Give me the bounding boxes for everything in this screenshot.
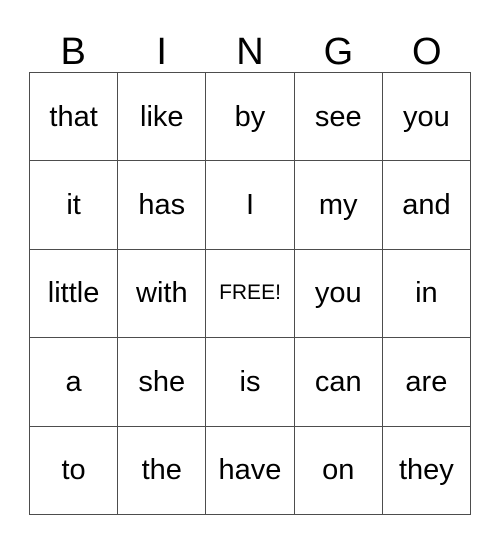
bingo-cell[interactable]: have: [206, 426, 295, 515]
header-letter-g: G: [323, 31, 354, 73]
bingo-cell-label: you: [314, 277, 362, 310]
bingo-cell[interactable]: they: [382, 426, 471, 515]
bingo-cell-label: little: [47, 277, 100, 310]
bingo-cell-label: like: [140, 100, 184, 133]
bingo-cell-label: in: [415, 277, 438, 310]
bingo-cell-label: can: [314, 365, 362, 398]
bingo-cell[interactable]: with: [118, 249, 207, 339]
bingo-cell[interactable]: that: [30, 73, 119, 162]
bingo-cell[interactable]: it: [30, 161, 119, 250]
bingo-cell[interactable]: little: [30, 249, 119, 339]
header-letter-o: O: [412, 31, 442, 73]
bingo-header-row: B I N G O: [29, 24, 471, 72]
bingo-cell[interactable]: you: [382, 73, 471, 162]
bingo-cell-label: have: [218, 454, 282, 487]
bingo-cell-label: she: [138, 365, 186, 398]
bingo-cell[interactable]: are: [382, 338, 471, 427]
bingo-cell-label: the: [141, 454, 182, 487]
bingo-cell[interactable]: see: [294, 73, 383, 162]
bingo-cell-label: to: [61, 454, 86, 487]
bingo-cell-label: they: [398, 454, 454, 487]
bingo-cell-label: is: [239, 365, 261, 398]
bingo-cell-label: on: [322, 454, 355, 487]
bingo-card: B I N G O that like by see you it has I: [0, 0, 500, 544]
bingo-free-space-cell[interactable]: FREE!: [206, 249, 295, 339]
bingo-free-space-label: FREE!: [219, 281, 281, 305]
bingo-cell-label: and: [402, 189, 451, 222]
bingo-cell[interactable]: has: [118, 161, 207, 250]
bingo-cell[interactable]: the: [118, 426, 207, 515]
bingo-cell-label: are: [405, 365, 448, 398]
bingo-cell[interactable]: and: [382, 161, 471, 250]
bingo-cell-label: I: [245, 189, 255, 222]
bingo-cell-label: see: [314, 100, 362, 133]
header-letter-n: N: [236, 31, 264, 73]
bingo-cell[interactable]: you: [294, 249, 383, 339]
bingo-cell[interactable]: my: [294, 161, 383, 250]
bingo-cell-label: that: [49, 100, 98, 133]
bingo-cell-label: you: [403, 100, 450, 133]
bingo-cell[interactable]: by: [206, 73, 295, 162]
bingo-cell[interactable]: she: [118, 338, 207, 427]
bingo-cell-label: it: [66, 189, 81, 222]
bingo-cell-label: by: [234, 100, 266, 133]
bingo-cell[interactable]: to: [30, 426, 119, 515]
bingo-cell[interactable]: is: [206, 338, 295, 427]
header-letter-b: B: [60, 31, 86, 73]
bingo-cell[interactable]: like: [118, 73, 207, 162]
bingo-cell-label: with: [136, 277, 188, 310]
bingo-cell-label: a: [65, 365, 82, 398]
bingo-cell-label: has: [138, 189, 186, 222]
bingo-cell[interactable]: can: [294, 338, 383, 427]
bingo-cell[interactable]: I: [206, 161, 295, 250]
bingo-cell[interactable]: in: [382, 249, 471, 339]
bingo-grid: that like by see you it has I my and lit…: [29, 72, 471, 515]
header-letter-i: I: [156, 31, 167, 73]
bingo-cell[interactable]: a: [30, 338, 119, 427]
bingo-cell[interactable]: on: [294, 426, 383, 515]
bingo-cell-label: my: [318, 189, 358, 222]
